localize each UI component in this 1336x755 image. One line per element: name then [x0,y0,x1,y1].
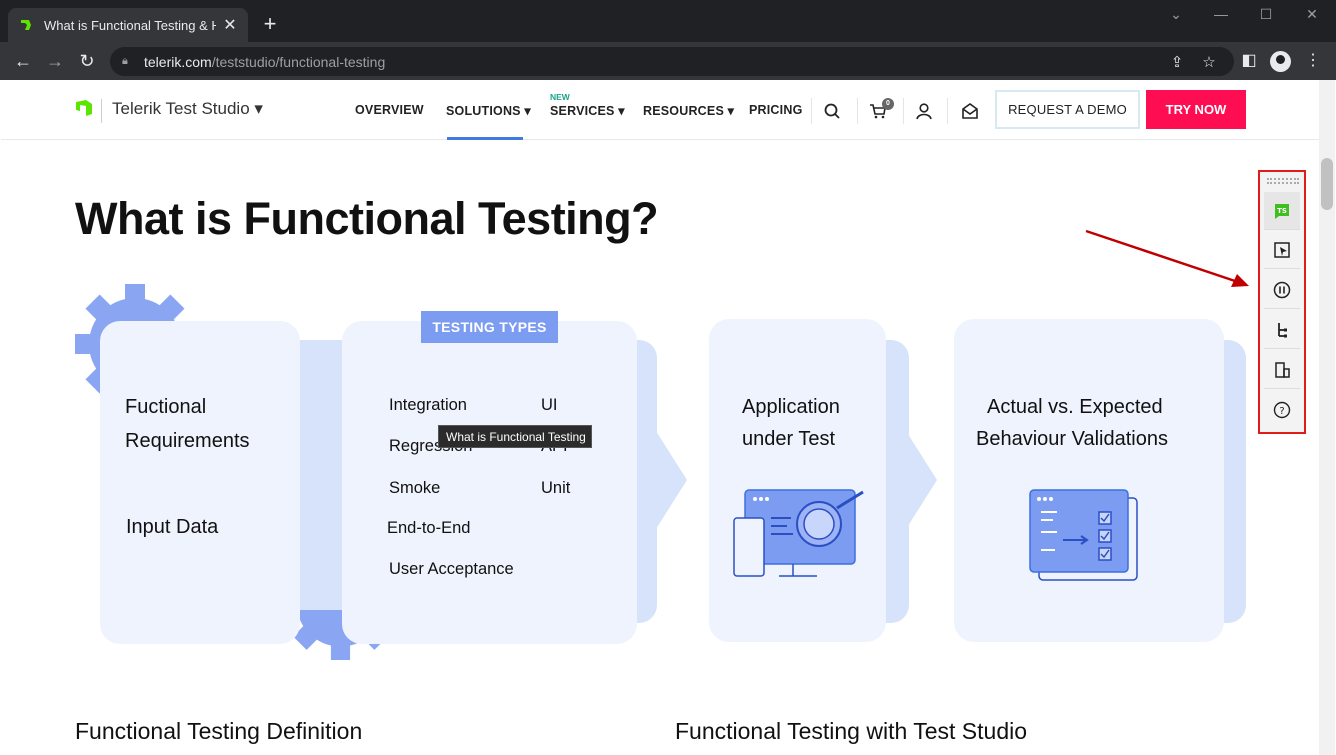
contact-mail-icon[interactable] [959,100,981,122]
card1-line1: Fuctional [125,396,207,418]
card4-line1: Actual vs. Expected [987,396,1163,418]
testing-types-label: TESTING TYPES [421,311,558,343]
arrow-connector [899,420,937,540]
application-card [709,319,886,642]
testing-type: User Acceptance [389,560,514,578]
nav-active-indicator [447,137,523,140]
browser-menu-icon[interactable]: ⋮ [1302,50,1324,72]
address-bar[interactable]: 🔒︎ telerik.com/teststudio/functional-tes… [110,47,1234,76]
header-divider [947,98,948,124]
share-icon[interactable]: ⇪ [1166,52,1188,74]
tooltip: What is Functional Testing [438,425,592,448]
tab-title: What is Functional Testing & How [44,17,216,33]
side-panel-icon[interactable]: ◧ [1238,50,1260,72]
maximize-button[interactable]: ☐ [1252,6,1280,26]
test-studio-logo-icon[interactable]: TS [1264,192,1300,230]
nav-resources[interactable]: RESOURCES ▾ [643,103,734,118]
validation-card [954,319,1224,642]
testing-types-card [342,321,637,644]
progress-logo-icon[interactable] [74,98,94,118]
url-path: /teststudio/functional-testing [211,53,386,70]
user-account-icon[interactable] [913,100,935,122]
minimize-button[interactable]: — [1207,6,1235,26]
card4-line2: Behaviour Validations [976,428,1168,450]
card3-line2: under Test [742,428,836,450]
search-icon[interactable] [821,100,843,122]
header-divider [857,98,858,124]
testing-type: UI [541,396,558,414]
requirements-card [100,321,300,644]
browser-titlebar: What is Functional Testing & How ✕ + ⌄ —… [0,0,1336,42]
help-icon[interactable]: ? [1264,391,1300,429]
header-divider [811,98,812,124]
forward-icon[interactable]: → [44,50,66,72]
testing-type: Integration [389,396,467,414]
tab-close-icon[interactable]: ✕ [222,15,238,35]
card1-line2: Requirements [125,430,250,452]
web-page: Telerik Test Studio ▾ OVERVIEW SOLUTIONS… [1,80,1319,755]
browser-toolbar: ← → ↻ 🔒︎ telerik.com/teststudio/function… [0,42,1336,80]
url-host: telerik.com [144,53,212,70]
back-icon[interactable]: ← [12,50,34,72]
subhead-test-studio: Functional Testing with Test Studio [675,718,1028,744]
testing-type: Unit [541,479,571,497]
help-text: ? [1279,406,1284,417]
nav-solutions[interactable]: SOLUTIONS ▾ [446,103,531,118]
lock-icon: 🔒︎ [122,55,128,67]
site-header: Telerik Test Studio ▾ OVERVIEW SOLUTIONS… [1,80,1319,140]
bookmark-star-icon[interactable]: ☆ [1198,52,1220,74]
page-title: What is Functional Testing? [75,193,659,244]
drag-handle[interactable] [1267,178,1299,184]
request-demo-button[interactable]: REQUEST A DEMO [995,90,1140,129]
product-name[interactable]: Telerik Test Studio ▾ [101,99,263,123]
dom-tree-icon[interactable] [1264,311,1300,349]
card1-line3: Input Data [126,516,219,538]
new-tab-button[interactable]: + [258,12,282,36]
annotation-arrow [1085,229,1249,287]
subhead-definition: Functional Testing Definition [75,718,363,744]
app-under-test-illustration [733,489,864,577]
nav-pricing[interactable]: PRICING [749,103,803,117]
dock-icon[interactable] [1264,351,1300,389]
reload-icon[interactable]: ↻ [76,50,98,72]
browser-tab[interactable]: What is Functional Testing & How ✕ [8,8,248,42]
testing-type: End-to-End [387,519,471,537]
cart-count-badge: 0 [882,98,894,110]
card3-line1: Application [742,396,840,418]
element-select-icon[interactable] [1264,231,1300,269]
page-scrollbar[interactable] [1319,80,1335,755]
tab-search-icon[interactable]: ⌄ [1162,6,1190,26]
scrollbar-thumb[interactable] [1321,158,1333,210]
header-divider [903,98,904,124]
nav-services[interactable]: SERVICES ▾ [550,103,625,118]
nav-overview[interactable]: OVERVIEW [355,103,424,117]
test-studio-toolbar: TS ? [1258,170,1306,434]
testing-type: Smoke [389,479,441,497]
pause-icon[interactable] [1264,271,1300,309]
close-window-button[interactable]: ✕ [1298,6,1326,26]
profile-avatar[interactable] [1270,51,1291,72]
telerik-favicon-icon [21,20,31,30]
new-badge: NEW [550,92,570,102]
arrow-connector [649,420,687,540]
ts-logo-text: TS [1277,207,1287,215]
try-now-button[interactable]: TRY NOW [1146,90,1246,129]
validation-illustration [1029,489,1138,581]
